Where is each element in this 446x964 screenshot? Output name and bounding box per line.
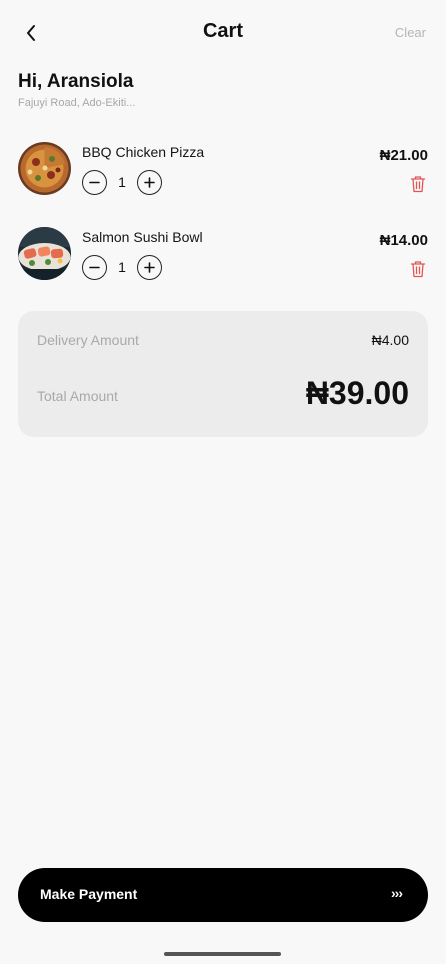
sushi-thumbnail	[18, 227, 71, 280]
delete-item-button[interactable]	[410, 175, 426, 193]
user-address: Fajuyi Road, Ado-Ekiti...	[18, 97, 136, 109]
quantity-stepper: 1	[82, 169, 162, 195]
item-price: ₦21.00	[379, 147, 428, 164]
user-greeting: Hi, Aransiola	[18, 71, 134, 92]
app-header: Cart Clear	[0, 0, 446, 66]
total-amount-label: Total Amount	[37, 388, 118, 404]
cart-item: BBQ Chicken Pizza 1 ₦21.00	[18, 142, 428, 202]
item-name: Salmon Sushi Bowl	[82, 229, 203, 245]
make-payment-label: Make Payment	[40, 886, 138, 902]
home-indicator	[164, 952, 281, 956]
order-summary-card: Delivery Amount ₦4.00 Total Amount ₦39.0…	[18, 311, 428, 437]
total-amount-value: ₦39.00	[305, 375, 409, 411]
trash-icon	[410, 176, 426, 193]
decrease-quantity-button[interactable]	[82, 254, 107, 280]
quantity-stepper: 1	[82, 254, 162, 280]
page-title: Cart	[202, 20, 243, 42]
plus-icon	[144, 176, 155, 188]
pizza-thumbnail	[18, 142, 71, 195]
item-name: BBQ Chicken Pizza	[82, 144, 205, 160]
trash-icon	[410, 261, 426, 278]
decrease-quantity-button[interactable]	[82, 169, 107, 195]
minus-icon	[89, 181, 100, 183]
quantity-value: 1	[118, 259, 126, 275]
clear-cart-button[interactable]: Clear	[395, 25, 426, 40]
make-payment-button[interactable]: Make Payment ›››	[18, 868, 428, 922]
delivery-amount-label: Delivery Amount	[37, 332, 139, 348]
item-price: ₦14.00	[379, 232, 428, 249]
delete-item-button[interactable]	[410, 260, 426, 278]
minus-icon	[89, 266, 100, 268]
increase-quantity-button[interactable]	[137, 254, 162, 280]
delivery-amount-value: ₦4.00	[371, 332, 409, 348]
arrows-right-icon: ›››	[391, 885, 403, 901]
plus-icon	[144, 261, 155, 273]
quantity-value: 1	[118, 174, 126, 190]
increase-quantity-button[interactable]	[137, 169, 162, 195]
cart-item: Salmon Sushi Bowl 1 ₦14.00	[18, 227, 428, 287]
